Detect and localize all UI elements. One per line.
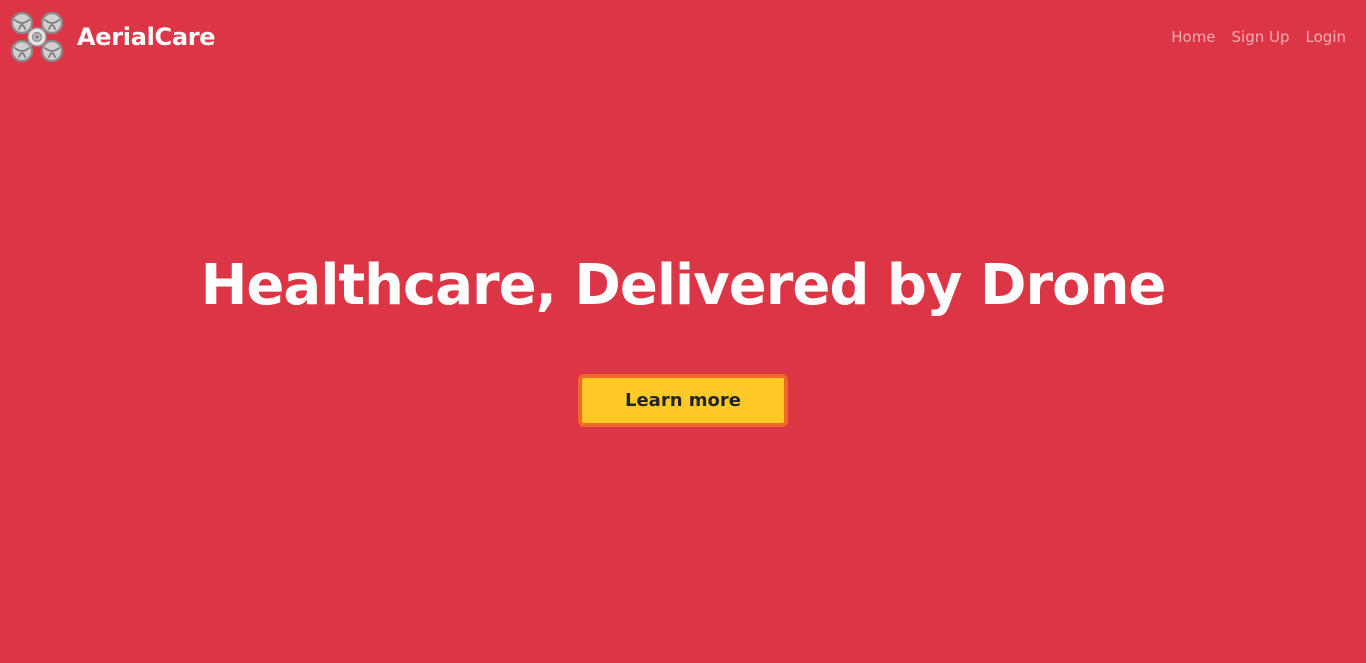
nav-links: Home Sign Up Login — [1171, 26, 1346, 48]
hero-section: Healthcare, Delivered by Drone Learn mor… — [0, 0, 1366, 663]
learn-more-button[interactable]: Learn more — [578, 374, 788, 427]
nav-link-home[interactable]: Home — [1171, 26, 1215, 48]
hero-title: Healthcare, Delivered by Drone — [200, 253, 1167, 318]
brand-link[interactable]: AerialCare — [10, 11, 216, 63]
nav-link-sign-up[interactable]: Sign Up — [1232, 26, 1290, 48]
brand-name: AerialCare — [77, 23, 216, 51]
navbar: AerialCare Home Sign Up Login — [0, 0, 1366, 76]
drone-icon — [10, 11, 64, 63]
nav-link-login[interactable]: Login — [1306, 26, 1346, 48]
